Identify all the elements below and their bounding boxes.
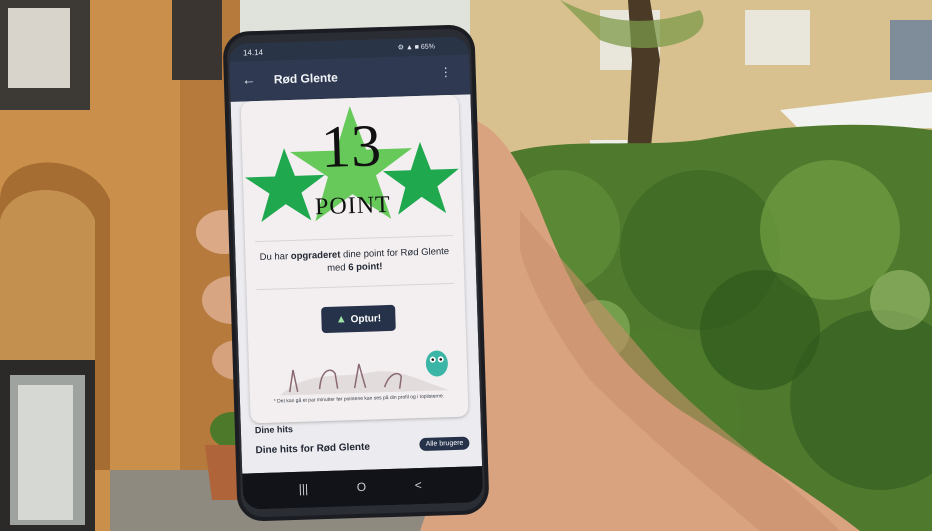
points-dialog: 13 POINT Du har opgraderet dine point fo…	[240, 94, 469, 424]
more-menu-icon[interactable]: ⋮	[440, 65, 452, 79]
message-text: Du har	[259, 251, 291, 264]
divider	[256, 282, 455, 291]
optur-button[interactable]: ▲ Optur!	[321, 304, 396, 334]
phone-screen: 14.14 ⚙ ▲ ■ 65% ← Rød Glente ⋮ Dine hits…	[228, 36, 484, 510]
back-icon[interactable]: <	[414, 478, 421, 492]
message-bold-upgraded: opgraderet	[290, 249, 341, 263]
message-text-mid: dine point for Rød Glente med	[326, 246, 450, 274]
hits-label: Dine hits	[254, 424, 294, 436]
app-title: Rød Glente	[273, 70, 339, 87]
mascot-icon	[425, 350, 448, 377]
birds-illustration	[279, 350, 450, 396]
android-nav-bar: ||| O <	[242, 466, 484, 510]
home-icon[interactable]: O	[357, 480, 367, 494]
thumbs-up-icon: ▲	[335, 313, 347, 326]
recent-apps-icon[interactable]: |||	[299, 482, 309, 496]
points-number: 13	[319, 112, 383, 181]
message-bold-points: 6 point!	[348, 261, 383, 274]
all-users-button[interactable]: Alle brugere	[419, 436, 470, 452]
back-arrow-icon[interactable]: ←	[242, 71, 256, 87]
status-icons: ⚙ ▲ ■ 65%	[397, 43, 436, 52]
status-time: 14.14	[242, 47, 264, 58]
photo-scene: 14.14 ⚙ ▲ ■ 65% ← Rød Glente ⋮ Dine hits…	[0, 0, 932, 531]
optur-button-label: Optur!	[350, 313, 382, 326]
upgrade-message: Du har opgraderet dine point for Rød Gle…	[259, 245, 450, 277]
